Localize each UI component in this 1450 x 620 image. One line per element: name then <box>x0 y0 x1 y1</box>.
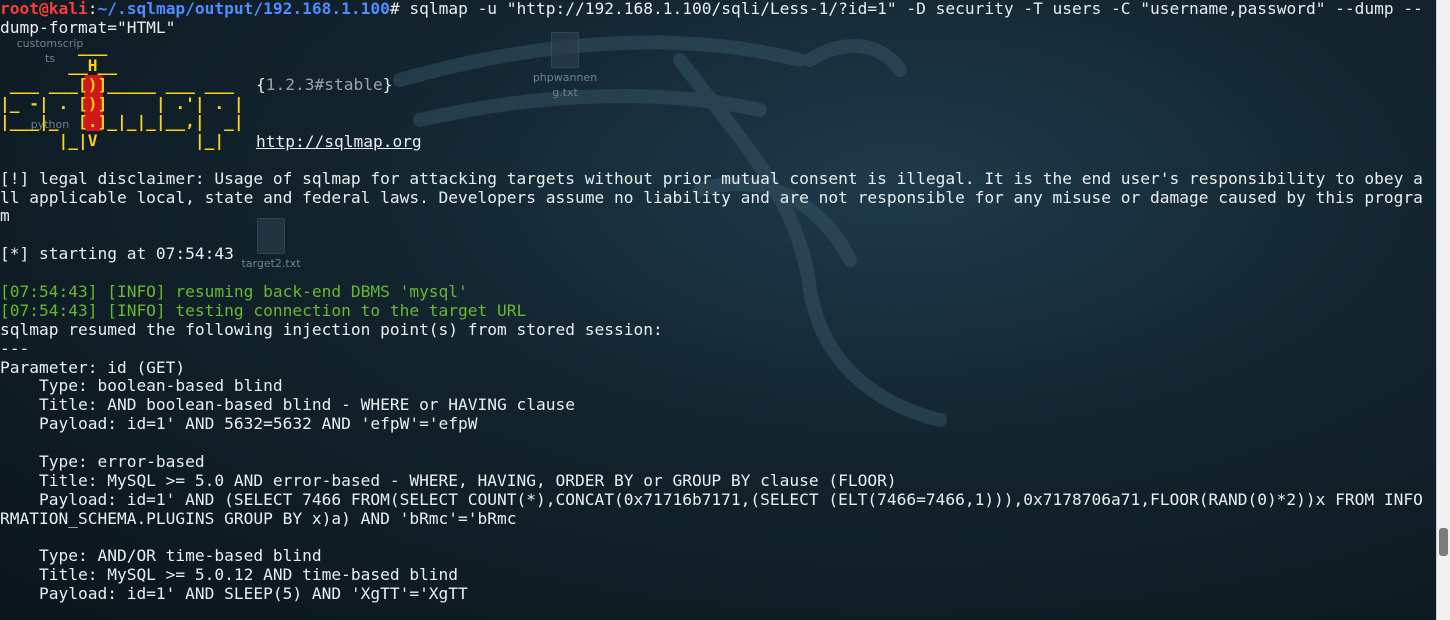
injection-title: Title: MySQL >= 5.0.12 AND time-based bl… <box>0 565 459 585</box>
injection-type: Type: AND/OR time-based blind <box>0 546 322 566</box>
parameter-line: Parameter: id (GET) <box>0 357 186 377</box>
injection-payload: Payload: id=1' AND SLEEP(5) AND 'XgTT'='… <box>0 584 468 604</box>
command-line: root@kali:~/.sqlmap/output/192.168.1.100… <box>0 0 1437 19</box>
command-wrap: dump-format="HTML" <box>0 17 176 37</box>
injection-title: Title: MySQL >= 5.0 AND error-based - WH… <box>0 470 897 490</box>
injection-payload: Payload: id=1' AND 5632=5632 AND 'efpW'=… <box>0 414 478 434</box>
logo-ascii-art: ___ __H__ ___ ___[)]_____ ___ ___ |_ -| … <box>0 36 244 151</box>
command-text: sqlmap -u "http://192.168.1.100/sqli/Les… <box>409 0 1423 18</box>
injection-type: Type: boolean-based blind <box>0 376 283 396</box>
terminal-scrollbar[interactable] <box>1436 0 1450 620</box>
sqlmap-logo: ___ __H__ ___ ___[)]_____ ___ ___ |_ -| … <box>0 36 1437 152</box>
injection-type: Type: error-based <box>0 452 205 472</box>
terminal-window[interactable]: root@kali:~/.sqlmap/output/192.168.1.100… <box>0 0 1437 620</box>
disclaimer-line: m <box>0 206 10 226</box>
starting-line: [*] starting at 07:54:43 <box>0 244 234 264</box>
disclaimer-line: [!] legal disclaimer: Usage of sqlmap fo… <box>0 168 1423 188</box>
resumed-line: sqlmap resumed the following injection p… <box>0 319 663 339</box>
disclaimer-line: ll applicable local, state and federal l… <box>0 187 1423 207</box>
separator-line: --- <box>0 338 30 358</box>
prompt-user: root@kali <box>0 0 88 18</box>
version-number: 1.2.3#stable <box>265 74 383 94</box>
injection-payload: RMATION_SCHEMA.PLUGINS GROUP BY x)a) AND… <box>0 508 517 528</box>
info-line: [07:54:43] [INFO] testing connection to … <box>0 300 527 320</box>
prompt-separator: : <box>87 0 98 18</box>
injection-payload: Payload: id=1' AND (SELECT 7466 FROM(SEL… <box>0 489 1423 509</box>
version-label: {1.2.3#stable} <box>256 74 393 94</box>
sqlmap-url-link[interactable]: http://sqlmap.org <box>256 132 422 152</box>
prompt-path: ~/.sqlmap/output/192.168.1.100 <box>97 0 390 18</box>
prompt-symbol: # <box>389 0 410 18</box>
injection-title: Title: AND boolean-based blind - WHERE o… <box>0 395 575 415</box>
scrollbar-thumb[interactable] <box>1439 528 1448 556</box>
info-line: [07:54:43] [INFO] resuming back-end DBMS… <box>0 282 468 302</box>
